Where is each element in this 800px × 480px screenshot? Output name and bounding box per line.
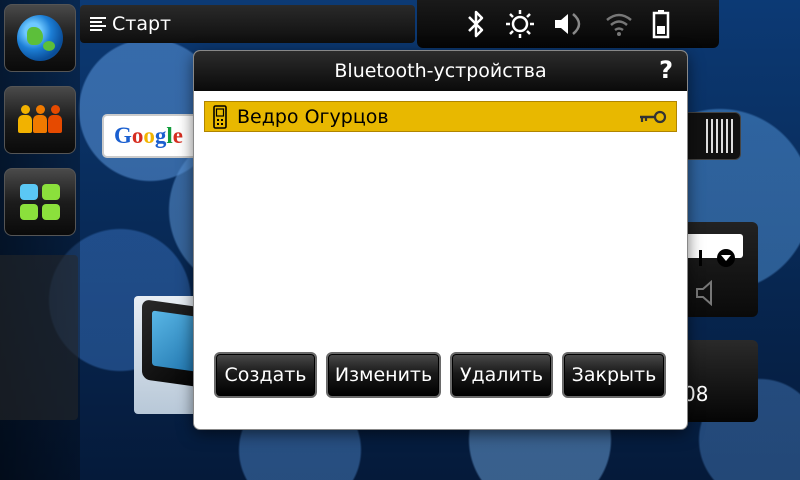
phone-icon <box>213 104 227 129</box>
device-name: Ведро Огурцов <box>237 105 389 128</box>
menu-icon <box>90 17 106 31</box>
contacts-button[interactable] <box>4 86 76 154</box>
media-bar <box>683 234 743 267</box>
media-widget[interactable] <box>683 222 758 317</box>
device-list: Ведро Огурцов <box>204 101 677 381</box>
bluetooth-devices-dialog: Bluetooth-устройства ? Ведро Огурцов Соз… <box>194 51 687 429</box>
web-browser-button[interactable] <box>4 4 76 72</box>
web-browser-icon <box>17 15 63 61</box>
create-button[interactable]: Создать <box>214 352 317 398</box>
applications-icon <box>20 184 60 220</box>
applications-button[interactable] <box>4 168 76 236</box>
media-separator <box>699 250 702 266</box>
speaker-grill <box>706 119 734 153</box>
brightness-icon <box>505 10 534 38</box>
bluetooth-icon <box>468 10 484 38</box>
topbar-title: Старт <box>112 13 172 35</box>
battery-icon <box>652 10 669 39</box>
volume-icon <box>554 13 581 35</box>
dropdown-icon[interactable] <box>717 249 735 267</box>
close-button[interactable]: Закрыть <box>562 352 666 398</box>
device-list-item[interactable]: Ведро Огурцов <box>204 101 677 132</box>
delete-button[interactable]: Удалить <box>450 352 553 398</box>
radio-widget[interactable] <box>683 112 741 160</box>
wifi-icon <box>606 13 633 36</box>
contacts-icon <box>18 105 62 135</box>
help-button[interactable]: ? <box>659 56 673 84</box>
edit-button[interactable]: Изменить <box>326 352 441 398</box>
key-icon <box>640 110 667 123</box>
dialog-title: Bluetooth-устройства <box>334 60 547 82</box>
speaker-icon <box>696 280 712 306</box>
launcher-panel <box>0 255 78 420</box>
start-menu-button[interactable]: Старт <box>80 5 415 43</box>
google-logo: Google <box>114 123 183 148</box>
dialog-buttons: Создать Изменить Удалить Закрыть <box>214 352 666 398</box>
dialog-header: Bluetooth-устройства ? <box>194 51 687 91</box>
launcher-bar <box>0 0 80 480</box>
status-area[interactable] <box>417 0 719 48</box>
google-search-widget[interactable]: Google <box>102 114 202 158</box>
clock-widget[interactable]: 08 <box>683 340 758 422</box>
